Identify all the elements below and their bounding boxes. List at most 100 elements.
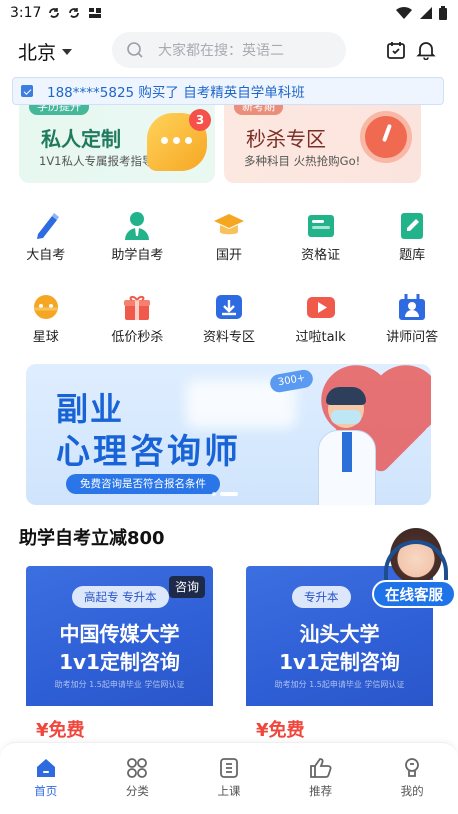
grid-item-guola-talk[interactable]: 过啦talk (275, 292, 367, 345)
promo-flash-sale[interactable]: 新考期 秒杀专区 多种科目 火热抢购Go! (224, 105, 421, 183)
course-level-pill: 专升本 (292, 586, 351, 608)
tab-label: 首页 (34, 784, 58, 798)
promo-tag: 学历提升 (29, 105, 89, 115)
course-school: 汕头大学 (299, 622, 380, 646)
course-level-pill: 高起专 专升本 (72, 586, 169, 608)
promo-title: 私人定制 (41, 127, 121, 151)
alarm-clock-icon (360, 111, 412, 163)
lecturer-qa-icon (399, 294, 426, 320)
grid-item-question-bank[interactable]: 题库 (366, 210, 458, 263)
tab-label: 推荐 (309, 784, 333, 798)
bottom-tab-bar: 首页 分类 上课 推荐 我的 (0, 742, 458, 814)
grid-item-guokai[interactable]: 国开 (183, 210, 275, 263)
chevron-down-icon (62, 48, 73, 55)
grid-item-label: 资格证 (301, 248, 341, 263)
notification-badge: 3 (189, 109, 211, 131)
grid-item-label: 过啦talk (295, 330, 346, 345)
promo-subtitle: 1V1私人专属报考指导 (39, 154, 154, 168)
sync-icon (49, 8, 60, 18)
carousel-indicator (212, 492, 238, 496)
tab-category[interactable]: 分类 (92, 743, 184, 814)
icon-grid-row: 星球 低价秒杀 资料专区 过啦talk 讲师问答 (0, 292, 458, 345)
tab-label: 上课 (217, 784, 241, 798)
sync-icon (69, 8, 80, 18)
status-time: 3:17 (10, 5, 42, 21)
promo-tag: 新考期 (234, 105, 283, 115)
home-icon (36, 759, 55, 777)
class-icon (220, 758, 238, 778)
grid-item-planet[interactable]: 星球 (0, 292, 92, 345)
customer-service-label: 在线客服 (372, 580, 456, 608)
pen-icon (36, 213, 59, 239)
course-price: ¥免费 (36, 720, 85, 741)
grid-item-label: 大自考 (26, 248, 66, 263)
teacher-icon (125, 212, 150, 240)
promo-private-custom[interactable]: 学历提升 私人定制 1V1私人专属报考指导 3 (19, 105, 215, 183)
grid-item-da-zikao[interactable]: 大自考 (0, 210, 92, 263)
notice-icon (21, 85, 33, 97)
notice-text: 188****5825 购买了 自考精英自学单科班 (47, 85, 305, 101)
icon-grid-row: 大自考 助学自考 国开 资格证 题库 (0, 210, 458, 263)
tab-class[interactable]: 上课 (183, 743, 275, 814)
grid-item-label: 星球 (32, 330, 59, 345)
question-bank-icon (401, 213, 424, 239)
course-note: 助考加分 1.5起申请毕业 学信网认证 (274, 680, 405, 689)
tab-recommend[interactable]: 推荐 (275, 743, 367, 814)
section-title: 助学自考立减800 (19, 528, 165, 549)
top-bar: 北京 大家都在搜：英语二 (0, 30, 458, 70)
search-input[interactable]: 大家都在搜：英语二 (112, 32, 346, 68)
purchase-notice[interactable]: 188****5825 购买了 自考精英自学单科班 (12, 77, 444, 105)
grid-item-label: 助学自考 (111, 248, 164, 263)
course-note: 助考加分 1.5起申请毕业 学信网认证 (54, 680, 185, 689)
chat-bubble-icon: 3 (147, 109, 211, 171)
calendar-check-icon[interactable] (386, 40, 406, 60)
category-icon (127, 758, 148, 778)
banner-subheadline: 心理咨询师 (56, 432, 241, 472)
certificate-icon (307, 215, 334, 237)
tab-home[interactable]: 首页 (0, 743, 92, 814)
graduation-cap-icon (213, 214, 244, 235)
battery-icon (439, 5, 447, 20)
course-subtitle: 1v1定制咨询 (59, 650, 180, 674)
grid-item-materials[interactable]: 资料专区 (183, 292, 275, 345)
status-bar: 3:17 (0, 0, 458, 26)
play-icon (306, 297, 335, 318)
banner-tag: 300+ (268, 368, 315, 394)
city-name: 北京 (18, 42, 57, 64)
gift-icon (124, 295, 151, 320)
tab-label: 我的 (400, 784, 424, 798)
grid-item-label: 国开 (215, 248, 242, 263)
grid-item-flash-sale[interactable]: 低价秒杀 (92, 292, 184, 345)
grid-item-label: 低价秒杀 (111, 330, 164, 345)
grid-item-zhuxue-zikao[interactable]: 助学自考 (92, 210, 184, 263)
grid-item-lecturer-qa[interactable]: 讲师问答 (366, 292, 458, 345)
tab-profile[interactable]: 我的 (366, 743, 458, 814)
customer-service-button[interactable]: 在线客服 (370, 528, 458, 610)
consult-button[interactable]: 咨询 (168, 576, 205, 598)
profile-icon (405, 758, 420, 777)
grid-item-label: 资料专区 (202, 330, 255, 345)
course-card-cover: 高起专 专升本 咨询 中国传媒大学 1v1定制咨询 助考加分 1.5起申请毕业 … (26, 566, 213, 706)
promo-banner[interactable]: 副业 心理咨询师 免费咨询是否符合报名条件 300+ (26, 364, 431, 505)
city-selector[interactable]: 北京 (18, 38, 73, 65)
course-subtitle: 1v1定制咨询 (279, 650, 400, 674)
tab-label: 分类 (125, 784, 149, 798)
search-placeholder: 大家都在搜：英语二 (158, 43, 284, 59)
course-card[interactable]: 高起专 专升本 咨询 中国传媒大学 1v1定制咨询 助考加分 1.5起申请毕业 … (26, 566, 213, 746)
thumbs-up-icon (309, 758, 332, 778)
signal-icon (420, 7, 432, 19)
course-school: 中国传媒大学 (59, 622, 180, 646)
app-notification-icon (89, 8, 102, 18)
grid-item-certificate[interactable]: 资格证 (275, 210, 367, 263)
course-price: ¥免费 (256, 720, 305, 741)
planet-icon (33, 295, 58, 319)
wifi-icon (396, 6, 412, 20)
grid-item-label: 题库 (399, 248, 426, 263)
grid-item-label: 讲师问答 (386, 330, 439, 345)
promo-subtitle: 多种科目 火热抢购Go! (244, 154, 361, 168)
download-icon (215, 295, 242, 319)
promo-title: 秒杀专区 (246, 127, 326, 151)
search-icon (127, 42, 143, 58)
bell-icon[interactable] (416, 40, 436, 60)
doctor-illustration (318, 387, 376, 505)
